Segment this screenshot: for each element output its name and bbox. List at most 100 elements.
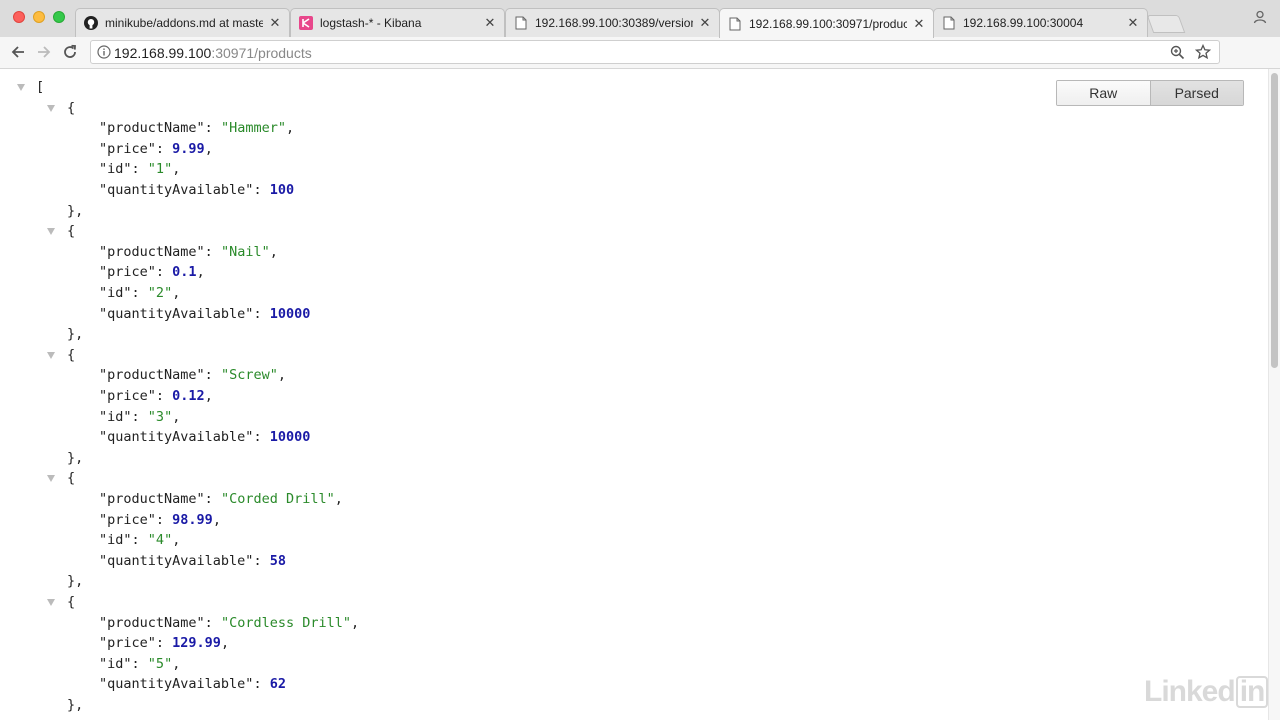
quote: "	[326, 491, 335, 507]
colon: :	[131, 161, 148, 178]
brace: {	[67, 594, 76, 610]
view-mode-toggle: Raw Parsed	[1056, 80, 1244, 106]
bookmark-star-icon[interactable]	[1194, 43, 1212, 65]
tab-title: logstash-* - Kibana	[320, 16, 422, 30]
comma: ,	[172, 285, 181, 301]
json-number-value: 10000	[269, 305, 311, 322]
comma: ,	[204, 388, 213, 404]
json-number-value: 100	[269, 182, 295, 198]
colon: :	[155, 388, 173, 404]
scrollbar-thumb[interactable]	[1271, 73, 1278, 368]
json-key: "price"	[99, 511, 156, 528]
json-number-value: 58	[269, 552, 286, 569]
json-field-id: "id": "4",	[99, 530, 180, 550]
comma: ,	[277, 367, 286, 384]
forward-arrow-icon[interactable]	[34, 42, 54, 62]
page-icon	[942, 16, 956, 30]
linkedin-watermark: Linked in	[1144, 675, 1269, 709]
json-field-price: "price": 0.12,	[99, 386, 213, 406]
json-key: "productName"	[99, 243, 205, 260]
json-number-value: 10000	[269, 429, 311, 446]
json-field-id: "id": "2",	[99, 283, 180, 303]
comma: ,	[172, 161, 181, 178]
tab-close-icon[interactable]: ✕	[269, 15, 281, 31]
array-open-bracket: [	[36, 77, 44, 97]
reload-icon[interactable]	[60, 42, 80, 62]
comma: ,	[172, 532, 181, 549]
raw-button[interactable]: Raw	[1057, 81, 1150, 105]
json-key: "id"	[99, 532, 132, 549]
collapse-triangle-icon[interactable]	[47, 228, 55, 236]
page-icon	[514, 16, 528, 30]
address-url: 192.168.99.100:30971/products	[114, 45, 312, 61]
parsed-button[interactable]: Parsed	[1149, 81, 1243, 105]
json-key: "productName"	[99, 120, 205, 137]
scrollbar[interactable]	[1268, 69, 1280, 720]
json-number-value: 0.1	[172, 264, 197, 281]
json-string-value: Corded Drill	[229, 491, 327, 507]
colon: :	[155, 635, 173, 652]
window-zoom-button[interactable]	[53, 11, 65, 23]
brace: },	[67, 697, 84, 713]
quote: "	[147, 161, 156, 178]
tab-close-icon[interactable]: ✕	[699, 15, 711, 31]
json-key: "quantityAvailable"	[99, 429, 254, 446]
json-number-value: 129.99	[172, 635, 221, 652]
json-key: "price"	[99, 140, 156, 157]
quote: "	[164, 532, 173, 549]
collapse-triangle-icon[interactable]	[17, 84, 25, 91]
new-tab-button[interactable]	[1146, 15, 1186, 33]
brace: {	[67, 470, 76, 487]
bracket: [	[36, 79, 45, 95]
collapse-triangle-icon[interactable]	[47, 475, 55, 483]
tab-kibana[interactable]: logstash-* - Kibana ✕	[290, 8, 505, 37]
quote: "	[220, 614, 230, 631]
quote: "	[269, 367, 278, 384]
quote: "	[220, 243, 230, 260]
address-bar[interactable]: 192.168.99.100:30971/products	[90, 40, 1220, 64]
json-field-price: "price": 129.99,	[99, 633, 229, 653]
colon: :	[204, 614, 221, 631]
tab-close-icon[interactable]: ✕	[913, 16, 925, 32]
quote: "	[277, 120, 286, 137]
quote: "	[220, 367, 230, 384]
browser-toolbar: 192.168.99.100:30971/products	[0, 37, 1280, 97]
json-field-productName: "productName": "Nail",	[99, 242, 278, 262]
collapse-triangle-icon[interactable]	[47, 351, 55, 359]
comma: ,	[212, 511, 221, 528]
json-key: "quantityAvailable"	[99, 552, 254, 569]
object-close-brace: },	[67, 695, 83, 715]
collapse-triangle-icon[interactable]	[47, 599, 55, 606]
profile-icon[interactable]	[1253, 10, 1267, 24]
tab-title: minikube/addons.md at maste	[105, 16, 263, 30]
comma: ,	[196, 264, 205, 281]
tab-close-icon[interactable]: ✕	[484, 15, 496, 31]
tab-version[interactable]: 192.168.99.100:30389/version ✕	[505, 8, 720, 37]
tab-close-icon[interactable]: ✕	[1127, 15, 1139, 31]
info-icon[interactable]	[97, 45, 111, 64]
zoom-icon[interactable]	[1170, 45, 1185, 65]
object-open-brace: {	[67, 345, 75, 365]
tab-30004[interactable]: 192.168.99.100:30004 ✕	[933, 8, 1148, 37]
json-field-quantityAvailable: "quantityAvailable": 100	[99, 180, 294, 200]
back-arrow-icon[interactable]	[8, 42, 28, 62]
json-field-price: "price": 98.99,	[99, 510, 221, 530]
quote: "	[147, 285, 156, 301]
json-key: "quantityAvailable"	[99, 676, 254, 693]
window-minimize-button[interactable]	[33, 11, 45, 23]
json-field-id: "id": "5",	[99, 654, 180, 674]
json-key: "id"	[99, 655, 132, 672]
quote: "	[147, 532, 156, 549]
window-close-button[interactable]	[13, 11, 25, 23]
colon: :	[253, 182, 270, 198]
tab-title: 192.168.99.100:30971/product	[749, 16, 907, 31]
tab-products[interactable]: 192.168.99.100:30971/product ✕	[719, 8, 934, 38]
comma: ,	[204, 140, 213, 157]
collapse-triangle-icon[interactable]	[47, 104, 55, 112]
json-field-productName: "productName": "Screw",	[99, 365, 286, 385]
quote: "	[147, 655, 156, 672]
object-close-brace: },	[67, 448, 83, 468]
json-string-value: 2	[155, 285, 165, 301]
tab-minikube-addons[interactable]: minikube/addons.md at maste ✕	[75, 8, 290, 37]
json-key: "price"	[99, 264, 156, 281]
